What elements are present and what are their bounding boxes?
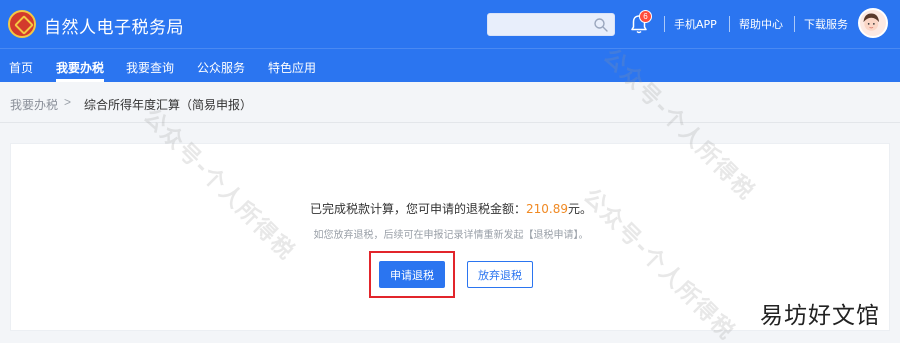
refund-message-suffix: 元。: [568, 202, 593, 216]
refund-hint: 如您放弃退税，后续可在申报记录详情重新发起【退税申请】。: [313, 230, 589, 241]
nav-home[interactable]: 首页: [9, 59, 33, 76]
refund-message-prefix: 已完成税款计算，您可申请的退税金额：: [309, 202, 526, 216]
top-header: 自然人电子税务局 6 手机APP 帮助中心 下载服务: [0, 0, 900, 48]
user-portrait-icon: [863, 13, 880, 31]
breadcrumb-parent-link[interactable]: 我要办税: [10, 96, 58, 113]
breadcrumb-current: 综合所得年度汇算（简易申报）: [84, 98, 253, 112]
corner-watermark: 易坊好文馆: [760, 303, 880, 329]
nav-query[interactable]: 我要查询: [126, 59, 174, 76]
tax-emblem-logo: [8, 10, 36, 38]
main-nav: 首页 我要办税 我要查询 公众服务 特色应用: [0, 48, 900, 82]
refund-result-card: 已完成税款计算，您可申请的退税金额：210.89元。 如您放弃退税，后续可在申报…: [10, 143, 890, 331]
apply-refund-button[interactable]: 申请退税: [379, 261, 445, 288]
search-icon[interactable]: [593, 17, 609, 33]
nav-featured-apps[interactable]: 特色应用: [268, 59, 316, 76]
app-title: 自然人电子税务局: [44, 18, 184, 38]
header-divider: [794, 16, 795, 32]
user-avatar[interactable]: [858, 8, 888, 38]
search-input[interactable]: [487, 13, 615, 36]
nav-public-service[interactable]: 公众服务: [197, 59, 245, 76]
download-service-link[interactable]: 下载服务: [804, 16, 848, 32]
header-divider: [729, 16, 730, 32]
refund-message: 已完成税款计算，您可申请的退税金额：210.89元。: [11, 200, 891, 217]
refund-amount: 210.89: [526, 202, 568, 216]
give-up-refund-button[interactable]: 放弃退税: [467, 261, 533, 288]
mobile-app-link[interactable]: 手机APP: [674, 16, 717, 32]
help-center-link[interactable]: 帮助中心: [739, 16, 783, 32]
breadcrumb: 我要办税 > 综合所得年度汇算（简易申报）: [0, 82, 900, 123]
breadcrumb-separator-icon: >: [64, 95, 72, 109]
notification-badge: 6: [639, 10, 652, 23]
header-divider: [664, 16, 665, 32]
nav-tax-handling[interactable]: 我要办税: [56, 59, 104, 76]
